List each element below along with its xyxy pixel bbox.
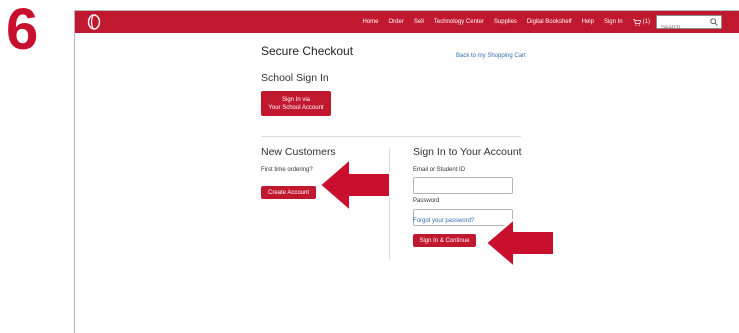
cart-icon — [633, 19, 641, 26]
top-navigation-bar: Home Order Sell Technology Center Suppli… — [75, 11, 739, 33]
cart-count: (1) — [643, 19, 650, 25]
step-number: 6 — [6, 2, 38, 52]
sign-in-continue-button[interactable]: Sign In & Continue — [413, 234, 476, 247]
password-label: Password — [413, 198, 439, 204]
back-to-cart-link[interactable]: Back to my Shopping Cart — [456, 53, 526, 59]
nav-technology-center[interactable]: Technology Center — [434, 19, 484, 25]
school-sign-in-button[interactable]: Sign In via Your School Account — [261, 91, 331, 116]
page-title: Secure Checkout — [261, 44, 353, 58]
search-icon[interactable] — [710, 18, 718, 26]
school-button-line2: Your School Account — [268, 104, 323, 112]
section-divider — [261, 136, 521, 137]
nav-supplies[interactable]: Supplies — [494, 19, 517, 25]
nav-order[interactable]: Order — [389, 19, 404, 25]
step-number-badge: 6 — [4, 2, 60, 52]
forgot-password-link[interactable]: Forgot your password? — [413, 218, 474, 224]
search-box — [656, 15, 722, 29]
school-button-line1: Sign In via — [282, 96, 310, 104]
arrow-to-sign-in-button-icon — [482, 215, 558, 271]
main-nav: Home Order Sell Technology Center Suppli… — [363, 11, 739, 33]
nav-help[interactable]: Help — [582, 19, 594, 25]
email-label: Email or Student ID — [413, 167, 465, 173]
browser-frame: Home Order Sell Technology Center Suppli… — [74, 10, 739, 333]
search-input[interactable] — [657, 23, 707, 33]
cart-link[interactable]: (1) — [633, 19, 650, 26]
nav-home[interactable]: Home — [363, 19, 379, 25]
new-customers-subtitle: First time ordering? — [261, 167, 313, 173]
arrow-to-create-account-icon — [316, 155, 394, 215]
nav-sell[interactable]: Sell — [414, 19, 424, 25]
sign-in-heading: Sign In to Your Account — [413, 146, 522, 158]
school-sign-in-heading: School Sign In — [261, 72, 329, 84]
create-account-button[interactable]: Create Account — [261, 186, 316, 199]
nav-digital-bookshelf[interactable]: Digital Bookshelf — [527, 19, 572, 25]
brand-logo-icon[interactable] — [87, 14, 101, 30]
email-field[interactable] — [413, 177, 513, 194]
nav-sign-in[interactable]: Sign In — [604, 19, 623, 25]
